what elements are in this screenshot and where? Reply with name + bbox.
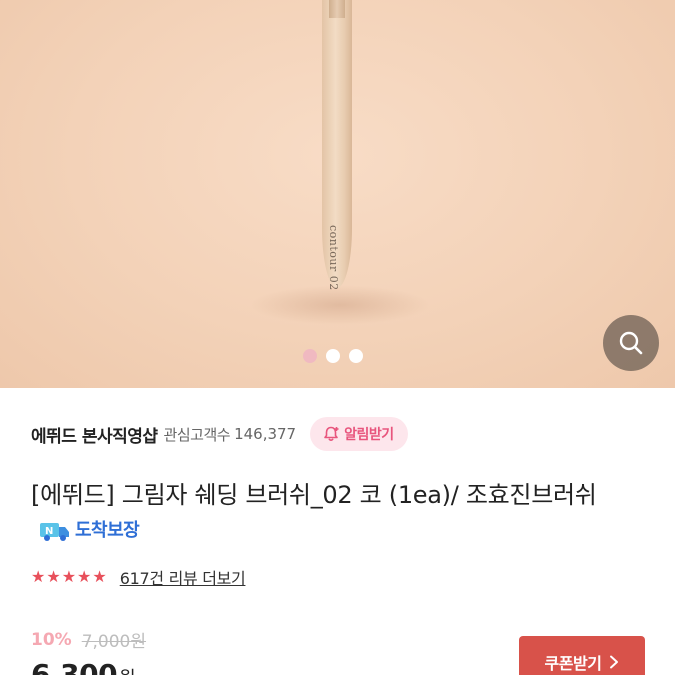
- discount-rate: 10%: [31, 629, 72, 650]
- carousel-dot-2[interactable]: [326, 349, 340, 363]
- followers-label: 관심고객수: [163, 425, 231, 444]
- star-icon: ★: [77, 567, 92, 586]
- coupon-button-label: 쿠폰받기: [544, 654, 602, 673]
- price-row: 10% 7,000원: [31, 627, 147, 653]
- product-title-text: [에뛰드] 그림자 쉐딩 브러쉬_02 코 (1ea)/ 조효진브러쉬: [31, 481, 597, 509]
- product-title: [에뛰드] 그림자 쉐딩 브러쉬_02 코 (1ea)/ 조효진브러쉬 N 도착…: [31, 476, 651, 553]
- review-more-link[interactable]: 617건 리뷰 더보기: [120, 565, 246, 589]
- final-price-value: 6,300: [31, 658, 118, 675]
- store-name[interactable]: 에뛰드 본사직영샵: [31, 422, 158, 447]
- rating-row: ★ ★ ★ ★ ★ 617건 리뷰 더보기: [31, 565, 246, 589]
- alert-subscribe-button[interactable]: 알림받기: [310, 417, 408, 451]
- brush-shadow: [250, 285, 430, 325]
- original-price: 7,000원: [81, 632, 147, 652]
- final-price: 6,300원: [31, 658, 136, 675]
- carousel-indicator: [303, 349, 363, 363]
- carousel-dot-3[interactable]: [349, 349, 363, 363]
- delivery-badge-label: 도착보장: [75, 520, 140, 541]
- currency-unit: 원: [119, 668, 136, 675]
- store-info: 에뛰드 본사직영샵 관심고객수 146,377 알림받기: [31, 417, 408, 451]
- star-icon: ★: [92, 567, 107, 586]
- star-icon: ★: [46, 567, 61, 586]
- bell-plus-icon: [324, 426, 339, 441]
- coupon-button[interactable]: 쿠폰받기: [519, 636, 645, 675]
- brush-ferrule: [329, 0, 345, 18]
- zoom-button[interactable]: [603, 315, 659, 371]
- rating-stars: ★ ★ ★ ★ ★: [31, 569, 107, 585]
- carousel-dot-1[interactable]: [303, 349, 317, 363]
- star-icon: ★: [61, 567, 77, 586]
- search-icon: [619, 331, 643, 355]
- svg-text:N: N: [45, 526, 53, 537]
- followers-count: 146,377: [234, 425, 297, 443]
- chevron-right-icon: [610, 655, 619, 669]
- brush-engraving: contour 02: [327, 225, 340, 291]
- product-image[interactable]: contour 02: [0, 0, 675, 388]
- alert-button-label: 알림받기: [344, 427, 394, 443]
- star-icon: ★: [31, 567, 46, 586]
- truck-icon: N: [40, 523, 69, 541]
- delivery-badge: N 도착보장: [39, 512, 140, 550]
